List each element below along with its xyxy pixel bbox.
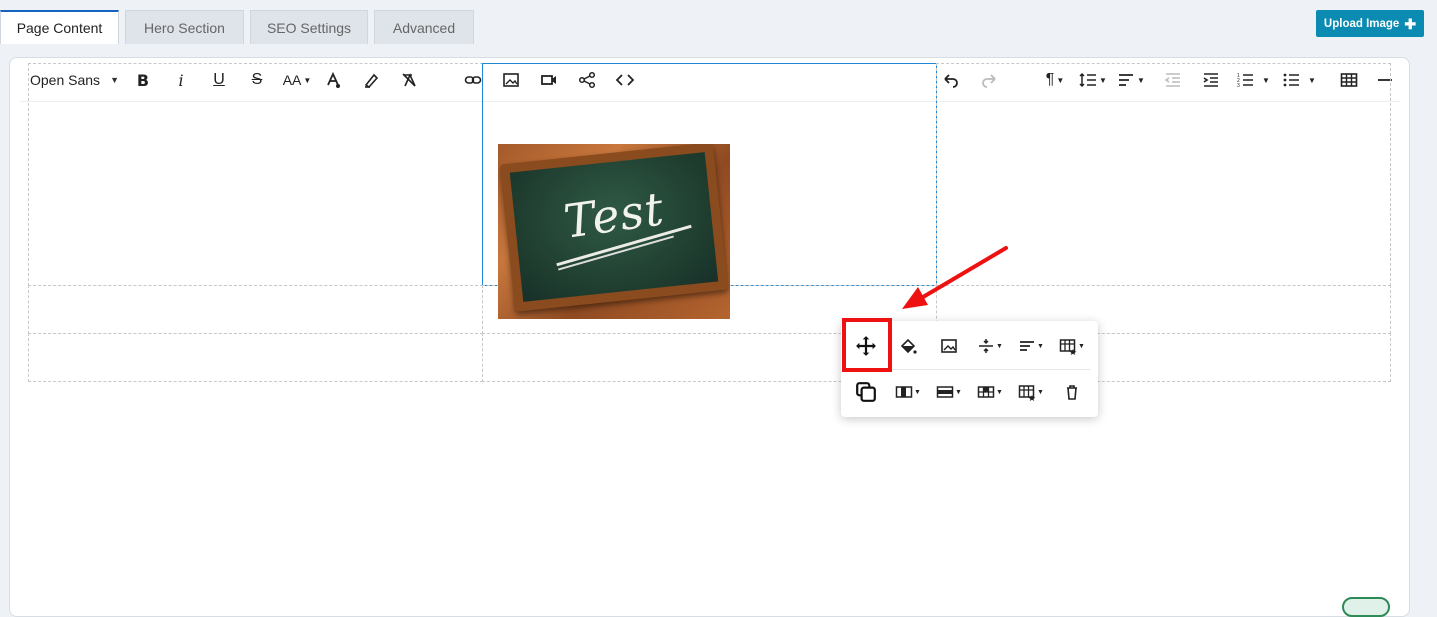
plus-icon: ✚ bbox=[1404, 15, 1417, 32]
cell-style-button[interactable]: ▼ bbox=[1014, 377, 1048, 407]
replace-image-button[interactable] bbox=[932, 331, 966, 361]
column-options-button[interactable]: ▼ bbox=[891, 377, 925, 407]
table-cell[interactable] bbox=[28, 63, 483, 286]
tab-bar: Page Content Hero Section SEO Settings A… bbox=[0, 0, 1437, 44]
trash-icon bbox=[1067, 385, 1077, 400]
align-left-icon bbox=[1020, 341, 1035, 351]
tab-seo-settings[interactable]: SEO Settings bbox=[250, 10, 368, 44]
copy-table-button[interactable] bbox=[849, 377, 883, 407]
chevron-down-icon: ▼ bbox=[914, 388, 921, 396]
cell-background-button[interactable] bbox=[891, 331, 925, 361]
tab-advanced[interactable]: Advanced bbox=[374, 10, 474, 44]
row-options-button[interactable]: ▼ bbox=[932, 377, 966, 407]
table-cell[interactable] bbox=[28, 285, 483, 334]
tab-hero-section[interactable]: Hero Section bbox=[125, 10, 244, 44]
upload-image-label: Upload Image bbox=[1323, 17, 1400, 30]
table-cell[interactable] bbox=[936, 63, 1391, 286]
row-icon bbox=[936, 386, 954, 398]
column-icon bbox=[895, 386, 913, 398]
upload-image-button[interactable]: Upload Image ✚ bbox=[1316, 10, 1424, 37]
tab-label: Advanced bbox=[392, 19, 456, 36]
chalkboard-image[interactable]: Test bbox=[498, 144, 730, 319]
tab-label: Page Content bbox=[16, 20, 103, 36]
tab-label: SEO Settings bbox=[266, 19, 352, 36]
tab-label: Hero Section bbox=[144, 19, 225, 36]
vertical-align-icon bbox=[979, 339, 994, 353]
cell-style-icon bbox=[1018, 385, 1036, 401]
chevron-down-icon: ▼ bbox=[1078, 342, 1085, 350]
image-icon bbox=[941, 339, 957, 353]
vertical-align-button[interactable]: ▼ bbox=[973, 331, 1007, 361]
cell-icon bbox=[977, 386, 995, 398]
table-style-icon bbox=[1059, 339, 1077, 355]
status-indicator[interactable] bbox=[1342, 597, 1390, 617]
tab-page-content[interactable]: Page Content bbox=[0, 10, 119, 44]
remove-table-button[interactable] bbox=[1055, 377, 1089, 407]
paint-bucket-icon bbox=[900, 338, 917, 354]
chevron-down-icon: ▼ bbox=[1037, 342, 1044, 350]
table-style-button[interactable]: ▼ bbox=[1055, 331, 1089, 361]
table-cell[interactable] bbox=[28, 333, 483, 382]
chevron-down-icon: ▼ bbox=[955, 388, 962, 396]
horizontal-align-button[interactable]: ▼ bbox=[1014, 331, 1048, 361]
cell-options-button[interactable]: ▼ bbox=[973, 377, 1007, 407]
annotation-highlight-box bbox=[842, 318, 892, 372]
chevron-down-icon: ▼ bbox=[996, 388, 1003, 396]
chevron-down-icon: ▼ bbox=[1037, 388, 1044, 396]
chevron-down-icon: ▼ bbox=[996, 342, 1003, 350]
copy-icon bbox=[856, 382, 876, 402]
